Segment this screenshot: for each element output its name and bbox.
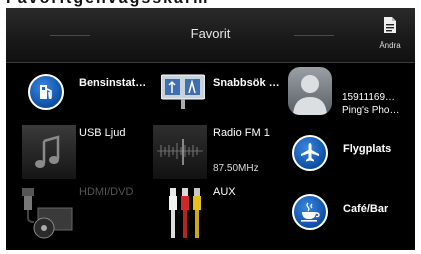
airplane-icon <box>292 135 328 171</box>
road-sign-icon <box>160 73 206 114</box>
document-edit-icon <box>384 17 396 33</box>
tile-airport-label: Flygplats <box>343 143 392 155</box>
fuel-pump-icon <box>28 74 64 110</box>
tile-cafe-bar[interactable]: Café/Bar <box>286 182 415 240</box>
tile-radio-fm1[interactable]: Radio FM 1 87.50MHz <box>149 123 284 179</box>
tile-hdmi-dvd-label: HDMI/DVD <box>79 186 134 198</box>
tile-gas-station-label: Bensinstat… <box>79 77 147 89</box>
edit-button[interactable]: Ändra <box>370 14 410 58</box>
tile-contact[interactable]: 15911169… Ping's Pho… <box>286 65 415 121</box>
cut-off-caption: Favoritgenvägsskärm <box>0 0 421 8</box>
header-bar: Favorit Ändra <box>6 8 415 63</box>
music-note-icon <box>22 125 76 179</box>
tile-contact-number: 15911169… <box>342 92 396 103</box>
tile-quick-search-label: Snabbsök … <box>213 77 280 89</box>
page-title: Favorit <box>190 26 231 41</box>
person-icon <box>288 67 332 115</box>
tile-usb-audio[interactable]: USB Ljud <box>6 123 146 179</box>
tile-aux-label: AUX <box>213 186 236 198</box>
tile-gas-station[interactable]: Bensinstat… <box>6 65 146 121</box>
tile-cafe-bar-label: Café/Bar <box>343 203 389 215</box>
tile-radio-label: Radio FM 1 <box>213 127 270 139</box>
rca-cable-icon <box>167 184 203 243</box>
tile-contact-name: Ping's Pho… <box>342 105 400 116</box>
hdmi-dvd-icon <box>20 186 76 245</box>
cut-off-caption-text: Favoritgenvägsskärm <box>6 0 209 8</box>
page-indicator <box>6 246 415 250</box>
tile-usb-audio-label: USB Ljud <box>79 127 126 139</box>
tile-hdmi-dvd[interactable]: HDMI/DVD <box>6 182 146 240</box>
tile-quick-search[interactable]: Snabbsök … <box>149 65 284 121</box>
tile-aux[interactable]: AUX <box>149 182 284 240</box>
tile-radio-frequency: 87.50MHz <box>213 163 259 174</box>
coffee-cup-icon <box>292 194 328 230</box>
radio-tuner-icon <box>153 125 207 179</box>
edit-button-label: Ändra <box>379 41 401 50</box>
favorites-screen: Favorit Ändra Bensinstat… Snabbsök … 159… <box>6 8 415 250</box>
tile-airport[interactable]: Flygplats <box>286 123 415 179</box>
